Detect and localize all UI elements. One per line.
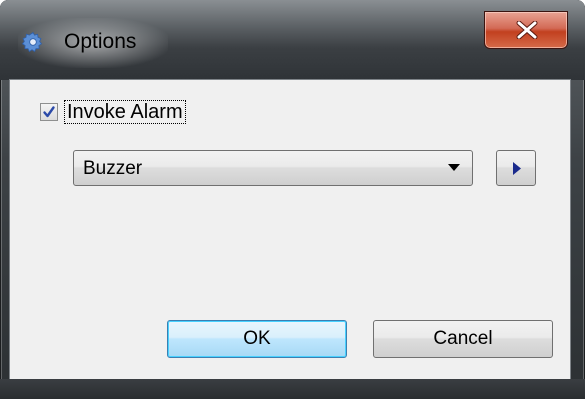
invoke-alarm-label[interactable]: Invoke Alarm [64,100,186,124]
window-title: Options [64,30,137,53]
close-button[interactable] [484,11,568,49]
alarm-sound-value: Buzzer [83,158,143,179]
invoke-alarm-checkbox[interactable] [40,103,58,121]
invoke-alarm-row[interactable]: Invoke Alarm [40,99,186,125]
checkmark-icon [43,106,55,118]
play-icon [513,162,521,175]
play-button[interactable] [496,150,536,186]
ok-button[interactable]: OK [167,320,347,358]
dialog-body: Invoke Alarm Buzzer OK Cancel [10,80,570,379]
title-bar[interactable]: Options [0,0,585,80]
window-bottom-border [0,379,585,399]
cancel-button[interactable]: Cancel [373,320,553,358]
alarm-sound-select[interactable]: Buzzer [73,150,473,186]
gear-icon [21,31,44,53]
chevron-down-icon [448,164,460,171]
close-icon [516,21,538,39]
options-dialog: Options Invoke Alarm Buzzer OK Cancel [0,0,585,399]
